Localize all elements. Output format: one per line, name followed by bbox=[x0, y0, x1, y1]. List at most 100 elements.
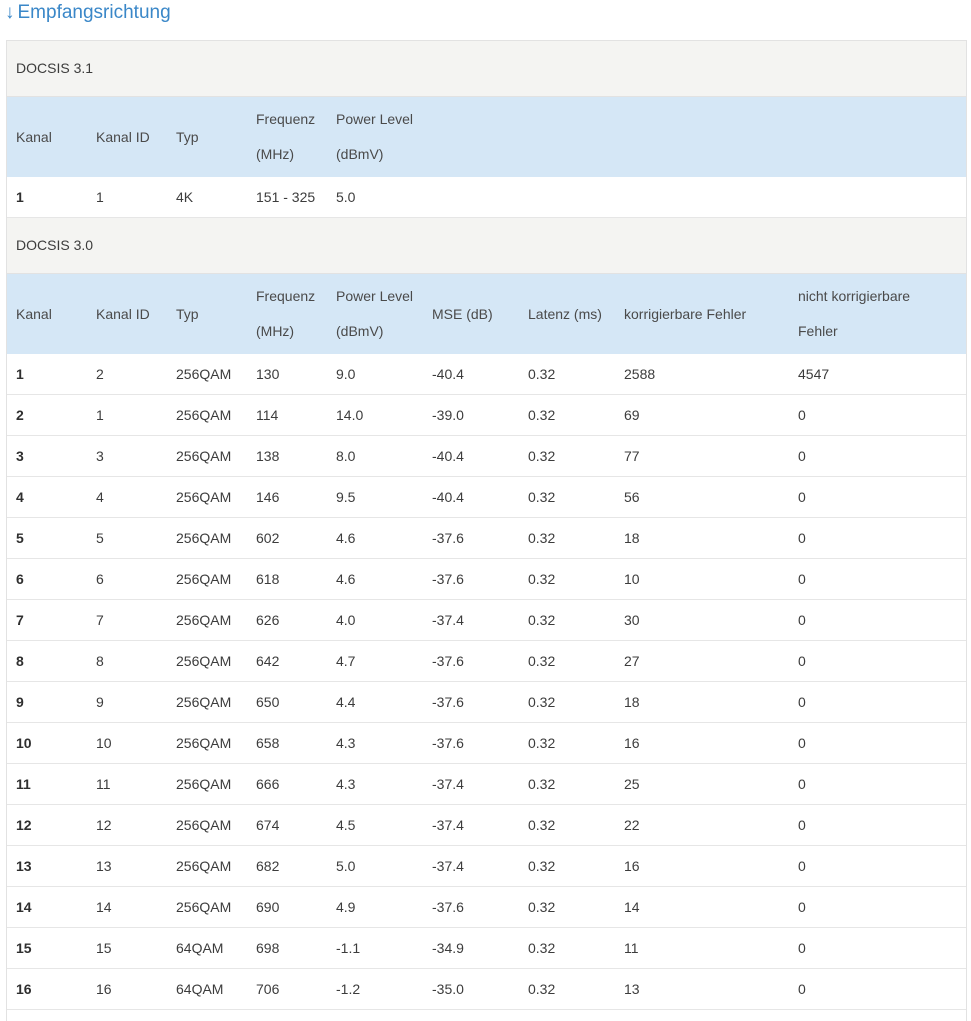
table-cell: -40.4 bbox=[432, 366, 464, 382]
downstream-panel: DOCSIS 3.1 Kanal Kanal ID Typ Frequenz (MHz… bbox=[6, 40, 967, 1021]
table-cell: 16 bbox=[16, 981, 32, 997]
table-cell: 0.32 bbox=[528, 653, 556, 669]
table-cell: 69 bbox=[624, 407, 640, 423]
table-cell: 256QAM bbox=[176, 489, 232, 505]
header-label: Power Level (dBmV) bbox=[336, 288, 414, 339]
table-cell: 0.32 bbox=[528, 817, 556, 833]
table-cell: 666 bbox=[256, 776, 280, 792]
docsis31-header-cell: Kanal ID bbox=[96, 97, 150, 177]
table-cell: 6 bbox=[16, 571, 24, 587]
table-cell: 56 bbox=[624, 489, 640, 505]
table-cell: 674 bbox=[256, 817, 280, 833]
table-row: 9 9 256QAM 650 4.4 -37.6 0.32 18 0 bbox=[7, 682, 966, 723]
section-toggle-empfangsrichtung[interactable]: ↓ Empfangsrichtung bbox=[5, 0, 171, 26]
table-cell: 0.32 bbox=[528, 940, 556, 956]
table-cell: -37.4 bbox=[432, 817, 464, 833]
table-cell: 0 bbox=[798, 817, 806, 833]
header-label: korrigierbare Fehler bbox=[624, 305, 747, 322]
table-cell: 10 bbox=[96, 735, 112, 751]
table-cell: 15 bbox=[16, 940, 32, 956]
table-cell: 256QAM bbox=[176, 407, 232, 423]
table-cell: 0 bbox=[798, 571, 806, 587]
table-cell: 4.7 bbox=[336, 653, 356, 669]
table-cell: 0 bbox=[798, 530, 806, 546]
table-cell: 2588 bbox=[624, 366, 656, 382]
table-cell: 12 bbox=[16, 817, 32, 833]
table-cell: 690 bbox=[256, 899, 280, 915]
table-cell: -39.0 bbox=[432, 407, 464, 423]
docsis30-header-cell: korrigierbare Fehler bbox=[624, 274, 746, 354]
docsis31-header-cell: Power Level (dBmV) bbox=[336, 97, 413, 177]
table-row: 6 6 256QAM 618 4.6 -37.6 0.32 10 0 bbox=[7, 559, 966, 600]
table-cell: 14 bbox=[16, 899, 32, 915]
table-row: 3 3 256QAM 138 8.0 -40.4 0.32 77 0 bbox=[7, 436, 966, 477]
table-cell: 151 - 325 bbox=[256, 189, 316, 205]
table-row: 10 10 256QAM 658 4.3 -37.6 0.32 16 0 bbox=[7, 723, 966, 764]
table-cell: 4 bbox=[16, 489, 24, 505]
table-cell: 0.32 bbox=[528, 776, 556, 792]
table-row: 4 4 256QAM 146 9.5 -40.4 0.32 56 0 bbox=[7, 477, 966, 518]
table-cell: 18 bbox=[624, 694, 640, 710]
table-cell: 642 bbox=[256, 653, 280, 669]
table-cell: -40.4 bbox=[432, 448, 464, 464]
table-cell: 256QAM bbox=[176, 612, 232, 628]
table-cell: -37.6 bbox=[432, 694, 464, 710]
table-cell: 0 bbox=[798, 776, 806, 792]
table-cell: 0.32 bbox=[528, 448, 556, 464]
table-cell: 8 bbox=[16, 653, 24, 669]
table-row: 14 14 256QAM 690 4.9 -37.6 0.32 14 0 bbox=[7, 887, 966, 928]
table-cell: 10 bbox=[624, 571, 640, 587]
header-label: Kanal ID bbox=[96, 128, 150, 145]
table-cell: 4.5 bbox=[336, 817, 356, 833]
table-cell: 11 bbox=[624, 940, 639, 956]
table-cell: 0.32 bbox=[528, 858, 556, 874]
docsis30-header-row: Kanal Kanal ID Typ Frequenz (MHz) Power Leve… bbox=[7, 274, 966, 354]
table-cell: 4.4 bbox=[336, 694, 356, 710]
table-cell: 0 bbox=[798, 940, 806, 956]
table-cell: 7 bbox=[96, 612, 104, 628]
table-cell: 0.32 bbox=[528, 735, 556, 751]
table-cell: 64QAM bbox=[176, 940, 224, 956]
docsis31-title: DOCSIS 3.1 bbox=[7, 41, 966, 97]
header-label: Latenz (ms) bbox=[528, 305, 602, 322]
table-cell: 256QAM bbox=[176, 858, 232, 874]
docsis30-header-cell: Kanal ID bbox=[96, 274, 150, 354]
table-cell: 3 bbox=[16, 448, 24, 464]
table-cell: 4.6 bbox=[336, 530, 356, 546]
table-cell: -37.6 bbox=[432, 530, 464, 546]
table-cell: 0.32 bbox=[528, 899, 556, 915]
table-cell: 0 bbox=[798, 899, 806, 915]
table-cell: 682 bbox=[256, 858, 280, 874]
table-cell: 9.0 bbox=[336, 366, 356, 382]
table-cell: 0 bbox=[798, 653, 806, 669]
table-cell: 0.32 bbox=[528, 366, 556, 382]
table-cell: 5.0 bbox=[336, 189, 356, 205]
docsis30-header-cell: MSE (dB) bbox=[432, 274, 493, 354]
table-cell: 0 bbox=[798, 612, 806, 628]
table-cell: 77 bbox=[624, 448, 640, 464]
table-cell: 14 bbox=[624, 899, 640, 915]
table-cell: 22 bbox=[624, 817, 640, 833]
table-cell: 13 bbox=[624, 981, 640, 997]
table-cell: 4.3 bbox=[336, 776, 356, 792]
docsis30-table-body: 1 2 256QAM 130 9.0 -40.4 0.32 2588 4547 2 1 256QAM 1… bbox=[7, 354, 966, 1010]
table-cell: 146 bbox=[256, 489, 280, 505]
header-label: Kanal ID bbox=[96, 305, 150, 322]
table-cell: 12 bbox=[96, 817, 112, 833]
table-cell: 706 bbox=[256, 981, 280, 997]
table-cell: 0.32 bbox=[528, 407, 556, 423]
header-label: Frequenz (MHz) bbox=[256, 111, 316, 162]
table-cell: 27 bbox=[624, 653, 640, 669]
table-cell: 602 bbox=[256, 530, 280, 546]
table-cell: 2 bbox=[96, 366, 104, 382]
table-row: 1 2 256QAM 130 9.0 -40.4 0.32 2588 4547 bbox=[7, 354, 966, 395]
header-label: Kanal bbox=[16, 128, 52, 145]
table-cell: -37.6 bbox=[432, 653, 464, 669]
table-cell: 1 bbox=[96, 189, 104, 205]
header-label: Typ bbox=[176, 305, 199, 322]
table-cell: 9.5 bbox=[336, 489, 356, 505]
table-cell: 4547 bbox=[798, 366, 830, 382]
table-cell: 15 bbox=[96, 940, 112, 956]
table-cell: 64QAM bbox=[176, 981, 224, 997]
docsis30-header-cell: Typ bbox=[176, 274, 199, 354]
